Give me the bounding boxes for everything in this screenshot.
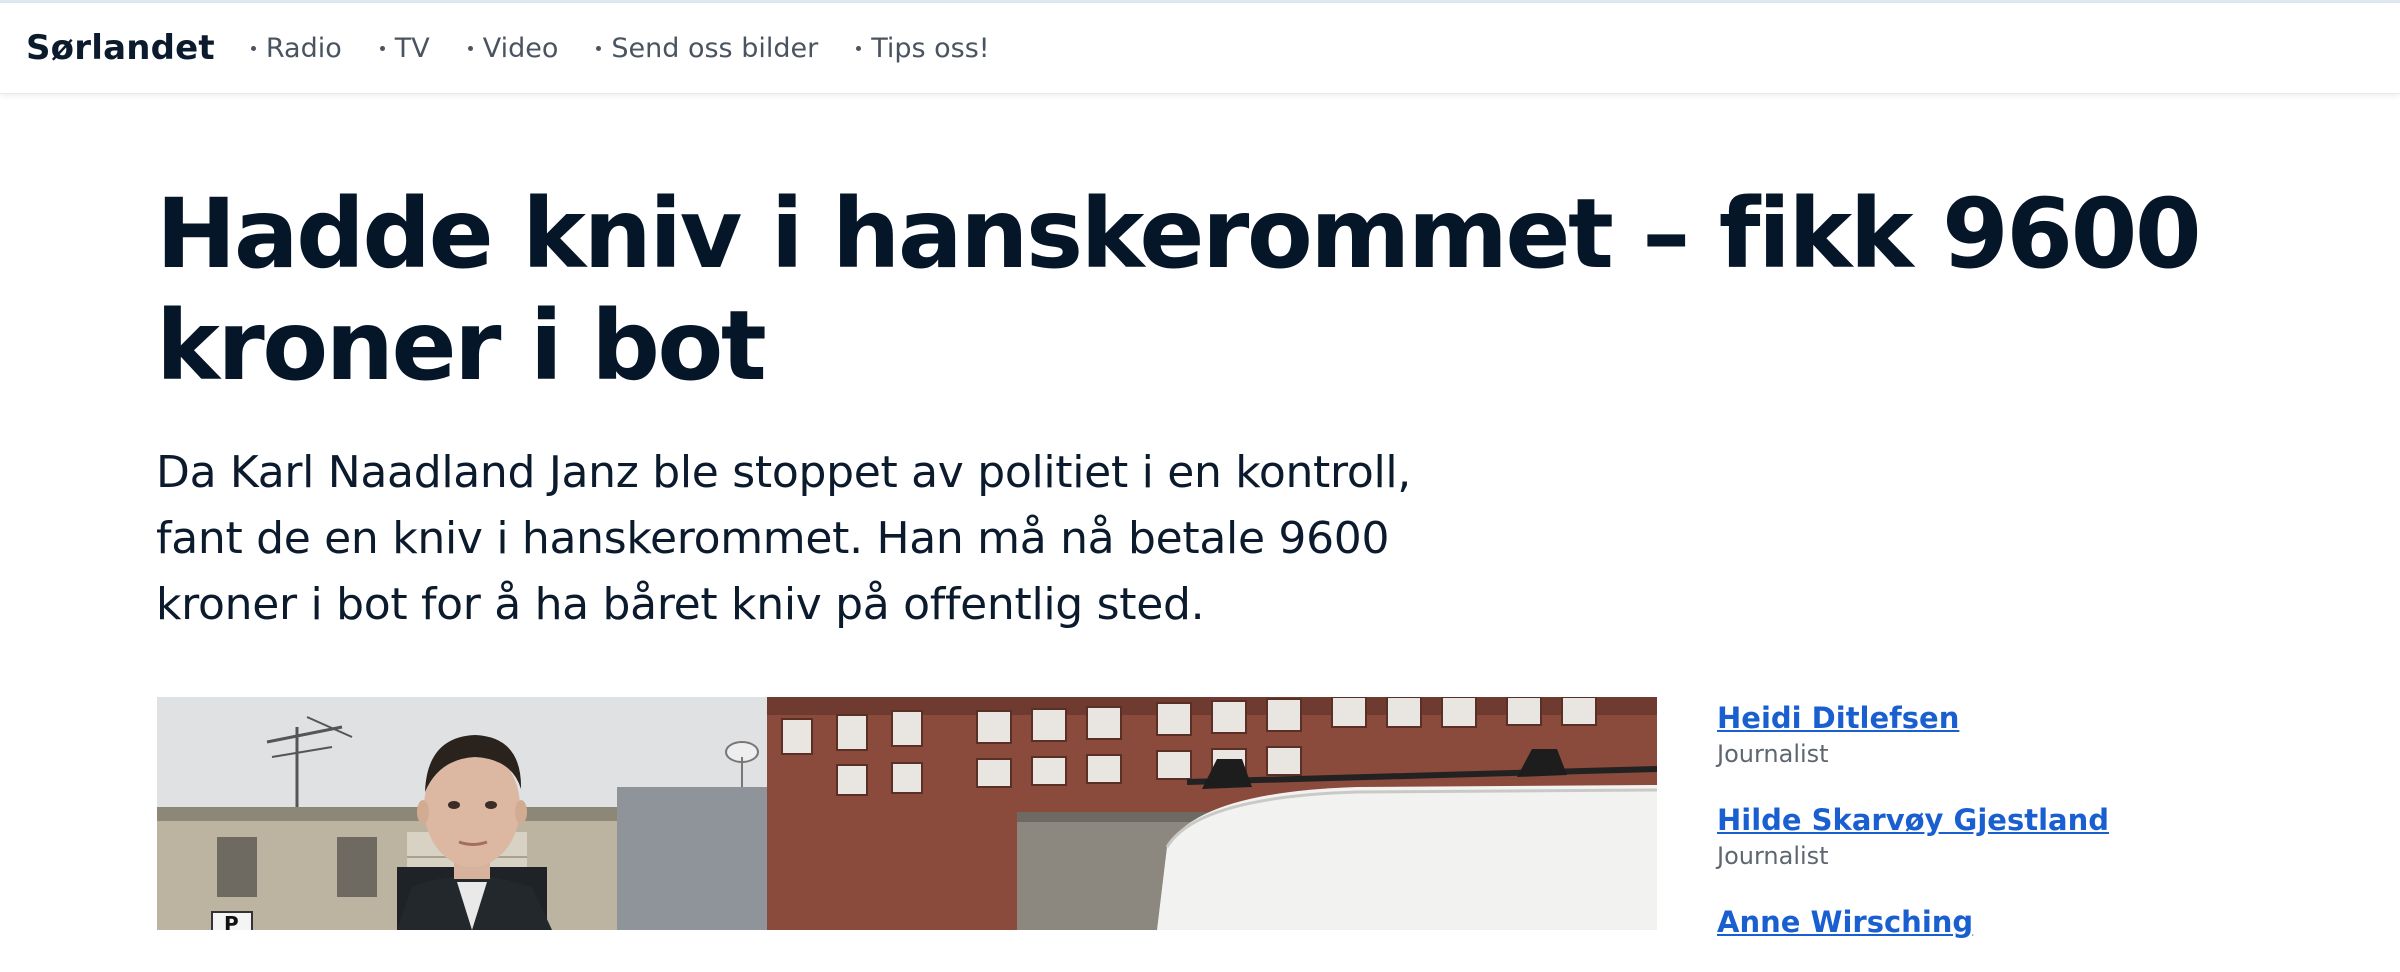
byline-item: Anne Wirsching bbox=[1717, 902, 2277, 942]
site-header: Sørlandet Radio TV Video Send oss bilder… bbox=[0, 3, 2400, 94]
parking-sign-letter: P bbox=[224, 912, 239, 930]
nav-item-label: Send oss bilder bbox=[611, 32, 819, 64]
bullet-icon bbox=[379, 45, 385, 51]
author-link[interactable]: Heidi Ditlefsen bbox=[1717, 698, 2277, 738]
main-navigation: Radio TV Video Send oss bilder Tips oss! bbox=[250, 32, 1028, 64]
nav-item-radio[interactable]: Radio bbox=[250, 32, 342, 64]
author-link[interactable]: Hilde Skarvøy Gjestland bbox=[1717, 800, 2277, 840]
brand-logo-link[interactable]: Sørlandet bbox=[26, 28, 215, 68]
article-lead: Da Karl Naadland Janz ble stoppet av pol… bbox=[156, 447, 1411, 630]
nav-item-label: Tips oss! bbox=[871, 32, 990, 64]
bullet-icon bbox=[467, 45, 473, 51]
byline-item: Heidi Ditlefsen Journalist bbox=[1717, 698, 2277, 770]
nav-item-tv[interactable]: TV bbox=[379, 32, 430, 64]
nav-item-send-pictures[interactable]: Send oss bilder bbox=[596, 33, 818, 64]
author-role: Journalist bbox=[1717, 740, 1829, 768]
nav-item-video[interactable]: Video bbox=[467, 32, 559, 64]
bullet-icon bbox=[250, 45, 256, 51]
nav-item-tips[interactable]: Tips oss! bbox=[856, 32, 990, 64]
bullet-icon bbox=[596, 45, 602, 51]
byline-list: Heidi Ditlefsen Journalist Hilde Skarvøy… bbox=[1717, 698, 2277, 972]
hero-photo: P bbox=[157, 697, 1657, 930]
bullet-icon bbox=[856, 45, 862, 51]
nav-item-label: TV bbox=[394, 32, 430, 64]
nav-item-label: Video bbox=[482, 32, 559, 64]
author-role: Journalist bbox=[1717, 842, 1829, 870]
byline-item: Hilde Skarvøy Gjestland Journalist bbox=[1717, 800, 2277, 872]
author-link[interactable]: Anne Wirsching bbox=[1717, 902, 2277, 942]
article-hero-image[interactable]: P bbox=[157, 697, 1657, 930]
nav-item-label: Radio bbox=[265, 32, 342, 64]
article-headline: Hadde kniv i hanskerommet – fikk 9600 kr… bbox=[156, 178, 2202, 402]
